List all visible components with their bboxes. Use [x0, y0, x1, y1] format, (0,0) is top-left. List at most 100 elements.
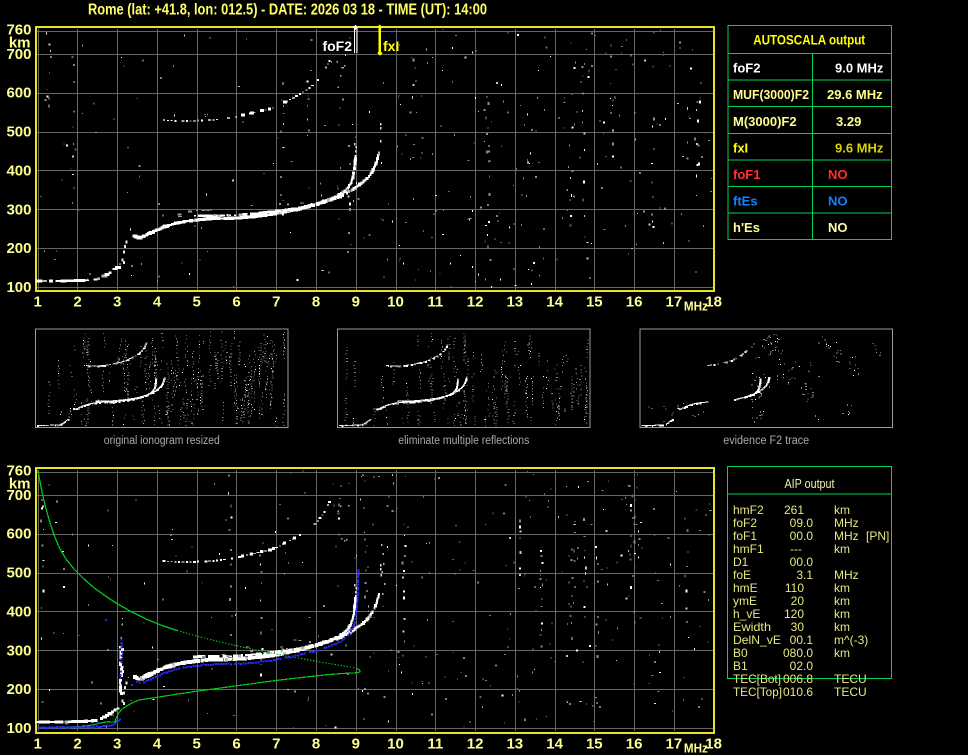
- svg-text:1: 1: [34, 736, 42, 753]
- svg-text:h'Es: h'Es: [733, 220, 760, 235]
- svg-text:9.0 MHz: 9.0 MHz: [835, 61, 884, 76]
- svg-text:NO: NO: [828, 220, 848, 235]
- svg-text:300: 300: [6, 201, 31, 218]
- svg-text:500: 500: [6, 565, 31, 582]
- svg-text:AUTOSCALA output: AUTOSCALA output: [753, 32, 865, 48]
- svg-text:12: 12: [467, 294, 484, 311]
- svg-text:---: ---: [790, 542, 802, 556]
- svg-text:8: 8: [312, 736, 320, 753]
- svg-text:8: 8: [312, 294, 320, 311]
- svg-text:3: 3: [113, 736, 121, 753]
- svg-text:TECU: TECU: [834, 672, 867, 686]
- svg-text:300: 300: [6, 642, 31, 659]
- svg-text:foF2: foF2: [322, 38, 352, 54]
- svg-text:600: 600: [6, 85, 31, 102]
- svg-text:hmF2: hmF2: [733, 503, 764, 517]
- svg-text:100: 100: [6, 279, 31, 296]
- svg-text:DelN_vE: DelN_vE: [733, 633, 781, 647]
- svg-text:10: 10: [387, 294, 404, 311]
- svg-text:MHz: MHz: [684, 742, 708, 755]
- svg-text:MHz: MHz: [834, 568, 859, 582]
- svg-text:15: 15: [586, 736, 603, 753]
- svg-text:km: km: [834, 581, 850, 595]
- svg-text:fxI: fxI: [383, 38, 399, 54]
- svg-text:fxI: fxI: [733, 140, 748, 155]
- svg-text:eliminate multiple reflections: eliminate multiple reflections: [398, 435, 529, 447]
- svg-text:5: 5: [193, 736, 201, 753]
- svg-text:400: 400: [6, 162, 31, 179]
- svg-text:13: 13: [506, 736, 523, 753]
- svg-text:11: 11: [427, 736, 443, 753]
- svg-text:02.0: 02.0: [790, 659, 814, 673]
- svg-text:29.6 MHz: 29.6 MHz: [827, 87, 883, 102]
- svg-text:400: 400: [6, 603, 31, 620]
- svg-text:2: 2: [73, 294, 81, 311]
- svg-text:14: 14: [546, 294, 563, 311]
- svg-text:16: 16: [626, 736, 643, 753]
- svg-text:10: 10: [387, 736, 404, 753]
- svg-text:4: 4: [153, 736, 162, 753]
- svg-text:NO: NO: [828, 194, 848, 209]
- svg-text:ftEs: ftEs: [733, 194, 758, 209]
- svg-text:1: 1: [34, 294, 42, 311]
- svg-text:3.29: 3.29: [836, 114, 861, 129]
- svg-text:MHz: MHz: [834, 516, 859, 530]
- svg-text:ymE: ymE: [733, 594, 757, 608]
- svg-text:16: 16: [626, 294, 643, 311]
- svg-text:km: km: [834, 594, 850, 608]
- svg-text:h_vE: h_vE: [733, 607, 760, 621]
- svg-text:MUF(3000)F2: MUF(3000)F2: [733, 87, 809, 102]
- svg-text:foF2: foF2: [733, 516, 757, 530]
- svg-text:7: 7: [272, 736, 280, 753]
- svg-text:Rome (lat: +41.8, lon: 012.5): Rome (lat: +41.8, lon: 012.5) - DATE: 20…: [88, 1, 487, 18]
- svg-text:foE: foE: [733, 568, 751, 582]
- svg-text:500: 500: [6, 124, 31, 141]
- svg-text:m^(-3): m^(-3): [834, 633, 868, 647]
- svg-text:foF2: foF2: [733, 61, 760, 76]
- svg-text:6: 6: [232, 736, 240, 753]
- svg-text:09.0: 09.0: [790, 516, 814, 530]
- svg-text:17: 17: [666, 294, 683, 311]
- svg-text:B0: B0: [733, 646, 748, 660]
- svg-text:17: 17: [666, 736, 683, 753]
- svg-text:006.8: 006.8: [783, 672, 813, 686]
- svg-text:evidence F2 trace: evidence F2 trace: [723, 435, 809, 447]
- svg-text:TEC[Bot]: TEC[Bot]: [733, 672, 781, 686]
- svg-text:km: km: [834, 646, 850, 660]
- svg-text:7: 7: [272, 294, 280, 311]
- svg-text:2: 2: [73, 736, 81, 753]
- svg-text:hmF1: hmF1: [733, 542, 764, 556]
- svg-text:200: 200: [6, 240, 31, 257]
- svg-text:13: 13: [506, 294, 523, 311]
- svg-text:00.0: 00.0: [790, 555, 814, 569]
- svg-text:Ewidth: Ewidth: [733, 620, 771, 634]
- svg-text:700: 700: [6, 487, 31, 504]
- svg-text:TEC[Top]: TEC[Top]: [733, 685, 782, 699]
- svg-text:00.1: 00.1: [790, 633, 814, 647]
- svg-text:B1: B1: [733, 659, 748, 673]
- svg-text:3: 3: [113, 294, 121, 311]
- svg-text:km: km: [834, 503, 850, 517]
- svg-text:km: km: [834, 620, 850, 634]
- svg-text:hmE: hmE: [733, 581, 758, 595]
- svg-text:11: 11: [427, 294, 443, 311]
- svg-text:010.6: 010.6: [783, 685, 813, 699]
- svg-text:15: 15: [586, 294, 603, 311]
- svg-text:NO: NO: [828, 167, 848, 182]
- svg-text:km: km: [834, 542, 850, 556]
- svg-text:00.0: 00.0: [790, 529, 814, 543]
- svg-text:foF1: foF1: [733, 529, 757, 543]
- svg-text:120: 120: [784, 607, 804, 621]
- svg-text:MHz: MHz: [834, 529, 859, 543]
- svg-text:30: 30: [791, 620, 805, 634]
- svg-text:14: 14: [546, 736, 563, 753]
- svg-text:M(3000)F2: M(3000)F2: [733, 114, 797, 129]
- svg-text:TECU: TECU: [834, 685, 867, 699]
- svg-text:9: 9: [352, 736, 360, 753]
- svg-text:700: 700: [6, 46, 31, 63]
- svg-text:3.1: 3.1: [796, 568, 813, 582]
- svg-text:9: 9: [352, 294, 360, 311]
- svg-text:110: 110: [785, 581, 804, 595]
- svg-text:9.6 MHz: 9.6 MHz: [835, 140, 884, 155]
- svg-text:foF1: foF1: [733, 167, 760, 182]
